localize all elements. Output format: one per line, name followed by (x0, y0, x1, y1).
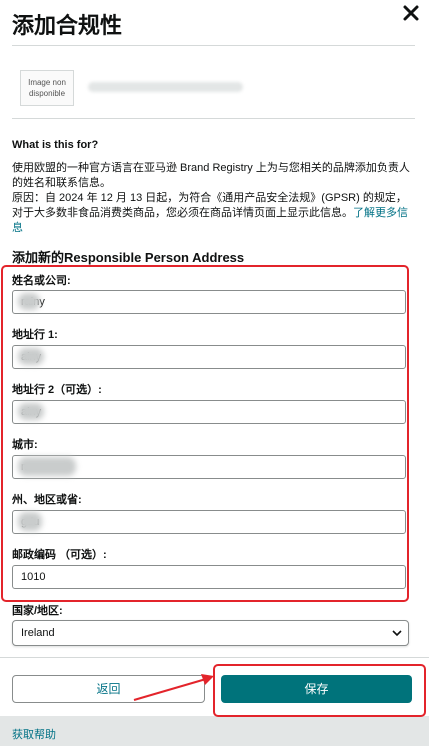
info-description: 使用欧盟的一种官方语言在亚马逊 Brand Registry 上为与您相关的品牌… (12, 161, 417, 236)
country-select-value: Ireland (21, 627, 55, 639)
country-label: 国家/地区: (12, 605, 63, 617)
help-bar (0, 716, 429, 746)
help-link[interactable]: 获取帮助 (12, 726, 56, 742)
info-paragraph-2: 原因：自 2024 年 12 月 13 日起，为符合《通用产品安全法规》(GPS… (12, 192, 408, 234)
annotation-box-form (1, 265, 409, 602)
form-section-title: 添加新的Responsible Person Address (12, 250, 245, 265)
blurred-product-title (88, 82, 243, 92)
country-select[interactable]: Ireland (12, 620, 409, 646)
close-icon[interactable] (400, 2, 422, 24)
dialog-title: 添加合规性 (12, 13, 123, 38)
chevron-down-icon (392, 630, 402, 637)
header-divider (12, 45, 415, 46)
product-image-placeholder: Image non disponible (20, 70, 74, 106)
footer-divider (0, 657, 429, 658)
annotation-box-save (213, 664, 426, 717)
info-heading: What is this for? (12, 139, 99, 151)
product-divider (12, 118, 415, 119)
info-paragraph-1: 使用欧盟的一种官方语言在亚马逊 Brand Registry 上为与您相关的品牌… (12, 162, 410, 189)
annotation-arrow-icon (133, 674, 214, 701)
